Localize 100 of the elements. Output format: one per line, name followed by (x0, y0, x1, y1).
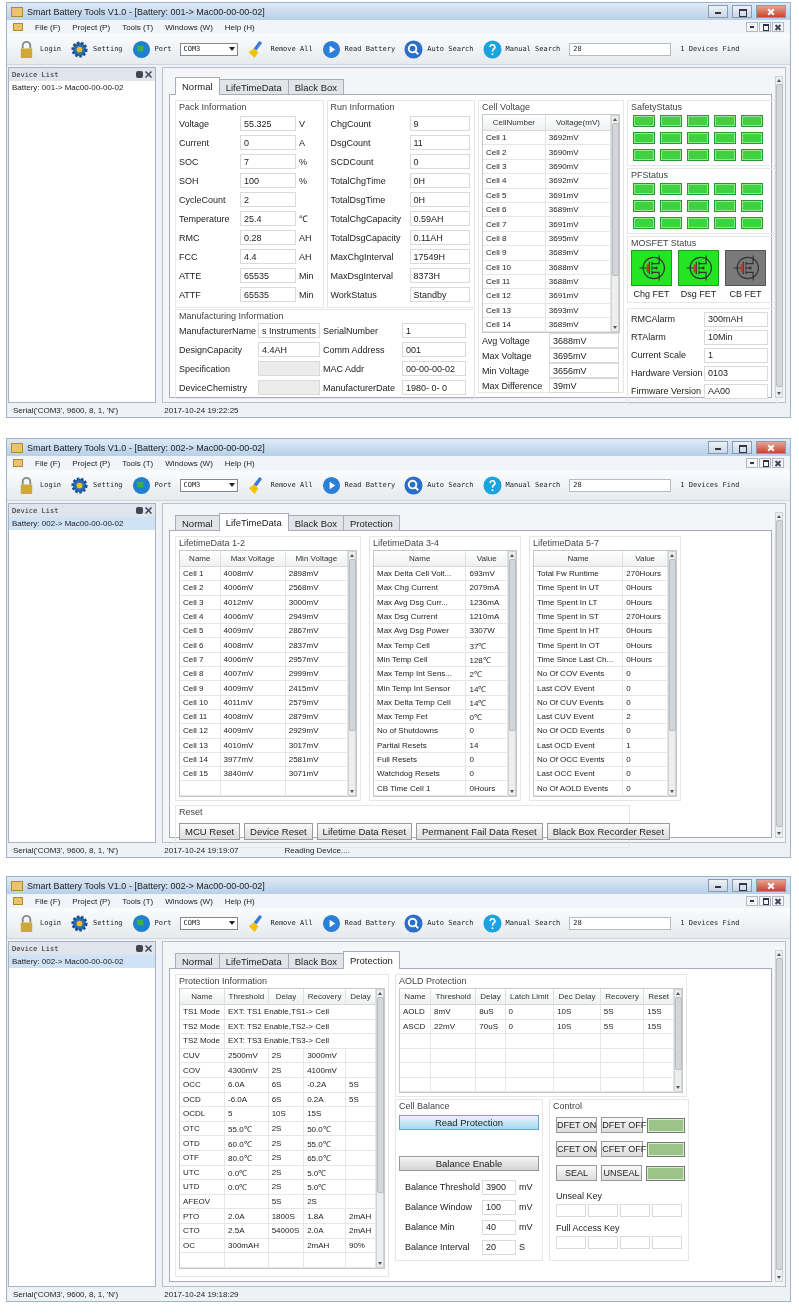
column-header[interactable]: Threshold (430, 989, 476, 1005)
tab[interactable]: Black Box (287, 953, 345, 968)
text-field[interactable]: s Instruments (258, 323, 320, 338)
text-field[interactable]: 4.4AH (258, 342, 320, 357)
column-header[interactable]: Reset (643, 989, 674, 1005)
column-header[interactable]: Threshold (224, 989, 269, 1005)
text-field[interactable] (620, 1204, 650, 1217)
text-field[interactable] (556, 1236, 586, 1249)
on-button[interactable]: CFET ON (556, 1141, 598, 1157)
tab[interactable]: Black Box (287, 515, 345, 530)
text-field[interactable]: 1 (402, 323, 466, 338)
minimize-button[interactable] (708, 5, 728, 18)
text-field[interactable]: 0 (240, 135, 296, 150)
text-field[interactable] (588, 1236, 618, 1249)
text-field[interactable]: 25.4 (240, 211, 296, 226)
restore-button[interactable] (759, 458, 771, 468)
tab[interactable]: Black Box (287, 79, 345, 94)
action-button[interactable]: Read Protection (399, 1115, 539, 1130)
close-button[interactable] (756, 5, 786, 18)
device-item[interactable]: Battery: 002-> Mac00-00-00-02 (9, 517, 155, 530)
text-field[interactable]: 0 (409, 154, 470, 169)
off-button[interactable]: CFET OFF (601, 1141, 644, 1157)
text-field[interactable]: 0H (409, 192, 470, 207)
text-field[interactable]: 0103 (704, 365, 768, 381)
column-header[interactable]: Delay (345, 989, 376, 1005)
off-button[interactable]: UNSEAL (601, 1165, 642, 1181)
scrollbar[interactable] (775, 950, 783, 1282)
column-header[interactable]: Voltage(mV) (545, 115, 611, 131)
text-field[interactable]: 9 (409, 116, 470, 131)
on-button[interactable]: SEAL (556, 1165, 597, 1181)
scrollbar[interactable] (508, 551, 516, 796)
text-field[interactable]: 39mV (549, 378, 619, 394)
menu-item[interactable]: Tools (T) (122, 22, 154, 32)
text-field[interactable] (652, 1236, 682, 1249)
action-button[interactable]: Balance Enable (399, 1156, 539, 1171)
column-header[interactable]: Name (400, 989, 431, 1005)
restore-button[interactable] (759, 22, 771, 32)
close-button[interactable] (145, 71, 152, 78)
column-header[interactable]: Max Voltage (220, 551, 286, 567)
scrollbar[interactable] (348, 551, 356, 796)
minimize-button[interactable] (708, 879, 728, 892)
column-header[interactable]: CellNumber (483, 115, 546, 131)
text-field[interactable]: 0H (409, 173, 470, 188)
menu-item[interactable]: File (F) (35, 896, 61, 906)
text-field[interactable]: 65535 (240, 287, 296, 302)
on-button[interactable]: DFET ON (556, 1117, 598, 1133)
text-field[interactable]: 100 (240, 173, 296, 188)
minimize-button[interactable] (708, 441, 728, 454)
maximize-button[interactable] (732, 441, 752, 454)
text-field[interactable]: 300mAH (704, 311, 768, 327)
column-header[interactable]: Dec Delay (553, 989, 601, 1005)
text-field[interactable]: 55.325 (240, 116, 296, 131)
menu-item[interactable]: Project (P) (72, 458, 111, 468)
close-button[interactable] (772, 458, 784, 468)
menu-item[interactable]: Help (H) (224, 458, 255, 468)
text-field[interactable]: 0.28 (240, 230, 296, 245)
tab[interactable]: Normal (175, 953, 220, 968)
menu-item[interactable]: Windows (W) (165, 896, 213, 906)
close-button[interactable] (145, 507, 152, 514)
text-field[interactable]: 3695mV (549, 348, 619, 364)
menu-item[interactable]: File (F) (35, 458, 61, 468)
column-header[interactable]: Latch Limit (505, 989, 554, 1005)
close-button[interactable] (145, 945, 152, 952)
close-button[interactable] (756, 441, 786, 454)
menu-item[interactable]: Windows (W) (165, 22, 213, 32)
device-item[interactable]: Battery: 002-> Mac00-00-00-02 (9, 955, 155, 968)
menu-item[interactable]: Help (H) (224, 896, 255, 906)
text-field[interactable]: 65535 (240, 268, 296, 283)
text-field[interactable] (620, 1236, 650, 1249)
maximize-button[interactable] (732, 879, 752, 892)
column-header[interactable]: Delay (475, 989, 506, 1005)
restore-button[interactable] (759, 896, 771, 906)
column-header[interactable]: Value (465, 551, 508, 567)
text-field[interactable]: 8373H (409, 268, 470, 283)
reset-button[interactable]: Device Reset (244, 822, 313, 840)
reset-button[interactable]: Black Box Recorder Reset (546, 822, 671, 840)
column-header[interactable]: Value (622, 551, 668, 567)
text-field[interactable]: 11 (409, 135, 470, 150)
scrollbar[interactable] (376, 989, 384, 1268)
text-field[interactable]: 100 (482, 1199, 516, 1215)
minimize-button[interactable] (746, 896, 758, 906)
pin-button[interactable] (136, 945, 143, 952)
text-field[interactable]: 0.59AH (409, 211, 470, 226)
menu-item[interactable]: Tools (T) (122, 458, 154, 468)
text-field[interactable]: 1980- 0- 0 (402, 380, 466, 395)
menu-item[interactable]: File (F) (35, 22, 61, 32)
text-field[interactable] (556, 1204, 586, 1217)
text-field[interactable]: 7 (240, 154, 296, 169)
scrollbar[interactable] (775, 512, 783, 838)
column-header[interactable]: Name (180, 551, 221, 567)
column-header[interactable]: Min Voltage (285, 551, 348, 567)
text-field[interactable]: Standby (409, 287, 470, 302)
off-button[interactable]: DFET OFF (601, 1117, 644, 1133)
reset-button[interactable]: MCU Reset (179, 822, 241, 840)
tab[interactable]: Normal (175, 77, 220, 95)
text-field[interactable]: 00-00-00-02 (402, 361, 466, 376)
column-header[interactable]: Recovery (303, 989, 346, 1005)
pin-button[interactable] (136, 71, 143, 78)
column-header[interactable]: Recovery (600, 989, 644, 1005)
text-field[interactable] (652, 1204, 682, 1217)
